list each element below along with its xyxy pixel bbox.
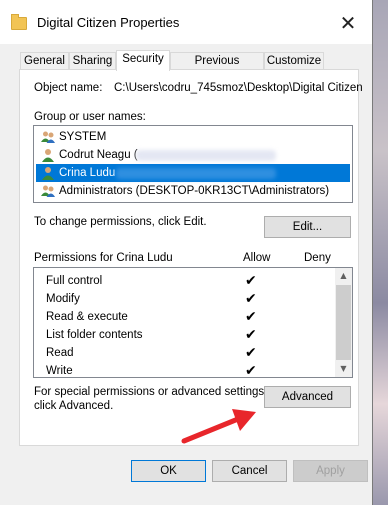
- tab-customize[interactable]: Customize: [264, 52, 324, 69]
- permission-name: Read: [46, 347, 74, 359]
- object-name-value: C:\Users\codru_745smoz\Desktop\Digital C…: [114, 82, 363, 94]
- user-icon: [42, 167, 54, 180]
- permissions-header: Permissions for Crina Ludu: [34, 252, 173, 264]
- scroll-down-icon[interactable]: ▼: [335, 361, 352, 377]
- user-name: SYSTEM: [59, 131, 107, 143]
- permission-row-read: Read ✔: [34, 344, 334, 362]
- advanced-button[interactable]: Advanced: [264, 386, 351, 408]
- list-item-crina-ludu[interactable]: Crina Ludu: [36, 164, 350, 182]
- close-button[interactable]: ✕: [328, 8, 368, 38]
- folder-icon: [11, 14, 27, 30]
- allow-check-icon: ✔: [245, 291, 257, 307]
- tab-general[interactable]: General: [20, 52, 69, 69]
- red-arrow-icon: [181, 409, 256, 444]
- object-name-label: Object name:: [34, 82, 103, 94]
- edit-button[interactable]: Edit...: [264, 216, 351, 238]
- title-bar: Digital Citizen Properties ✕: [0, 0, 372, 44]
- ok-button[interactable]: OK: [131, 460, 206, 482]
- allow-check-icon: ✔: [245, 309, 257, 325]
- scroll-up-icon[interactable]: ▲: [335, 268, 352, 284]
- user-name: Codrut Neagu (: [59, 149, 138, 161]
- group-users-icon: [41, 131, 55, 143]
- permission-row-write: Write ✔: [34, 362, 334, 378]
- group-users-icon: [41, 185, 55, 197]
- allow-check-icon: ✔: [245, 363, 257, 378]
- cancel-button[interactable]: Cancel: [212, 460, 287, 482]
- permission-row-list-folder-contents: List folder contents ✔: [34, 326, 334, 344]
- redacted-email: [116, 168, 276, 179]
- list-item-administrators[interactable]: Administrators (DESKTOP-0KR13CT\Administ…: [36, 182, 350, 200]
- deny-column-header: Deny: [304, 252, 331, 264]
- group-users-label: Group or user names:: [34, 111, 146, 123]
- advanced-text-line1: For special permissions or advanced sett…: [34, 386, 268, 398]
- permission-row-modify: Modify ✔: [34, 290, 334, 308]
- tab-security[interactable]: Security: [116, 50, 170, 71]
- permission-name: Read & execute: [46, 311, 128, 323]
- change-permissions-text: To change permissions, click Edit.: [34, 216, 207, 228]
- permission-row-read-execute: Read & execute ✔: [34, 308, 334, 326]
- window-title: Digital Citizen Properties: [37, 15, 180, 30]
- properties-window: Digital Citizen Properties ✕ General Sha…: [0, 0, 373, 505]
- permission-name: List folder contents: [46, 329, 143, 341]
- redacted-email: [136, 150, 276, 161]
- tab-previous-versions[interactable]: Previous Versions: [170, 52, 264, 84]
- advanced-text-line2: click Advanced.: [34, 400, 114, 412]
- allow-check-icon: ✔: [245, 345, 257, 361]
- apply-button[interactable]: Apply: [293, 460, 368, 482]
- list-item-system[interactable]: SYSTEM: [36, 128, 350, 146]
- user-name: Administrators (DESKTOP-0KR13CT\Administ…: [59, 185, 330, 197]
- allow-check-icon: ✔: [245, 327, 257, 343]
- list-item-codrut-neagu[interactable]: Codrut Neagu (: [36, 146, 350, 164]
- permission-name: Modify: [46, 293, 80, 305]
- permission-name: Write: [46, 365, 73, 377]
- allow-check-icon: ✔: [245, 273, 257, 289]
- permission-row-full-control: Full control ✔: [34, 272, 334, 290]
- user-name: Crina Ludu: [59, 167, 116, 179]
- permissions-scrollbar[interactable]: ▲ ▼: [335, 268, 352, 377]
- allow-column-header: Allow: [243, 252, 271, 264]
- tab-sharing[interactable]: Sharing: [69, 52, 116, 69]
- permission-name: Full control: [46, 275, 103, 287]
- scroll-thumb[interactable]: [336, 285, 351, 360]
- group-users-list[interactable]: SYSTEM Codrut Neagu ( Crina Ludu Adminis…: [33, 125, 353, 203]
- permissions-list[interactable]: Full control ✔ Modify ✔ Read & execute ✔…: [33, 267, 353, 378]
- user-icon: [42, 149, 54, 162]
